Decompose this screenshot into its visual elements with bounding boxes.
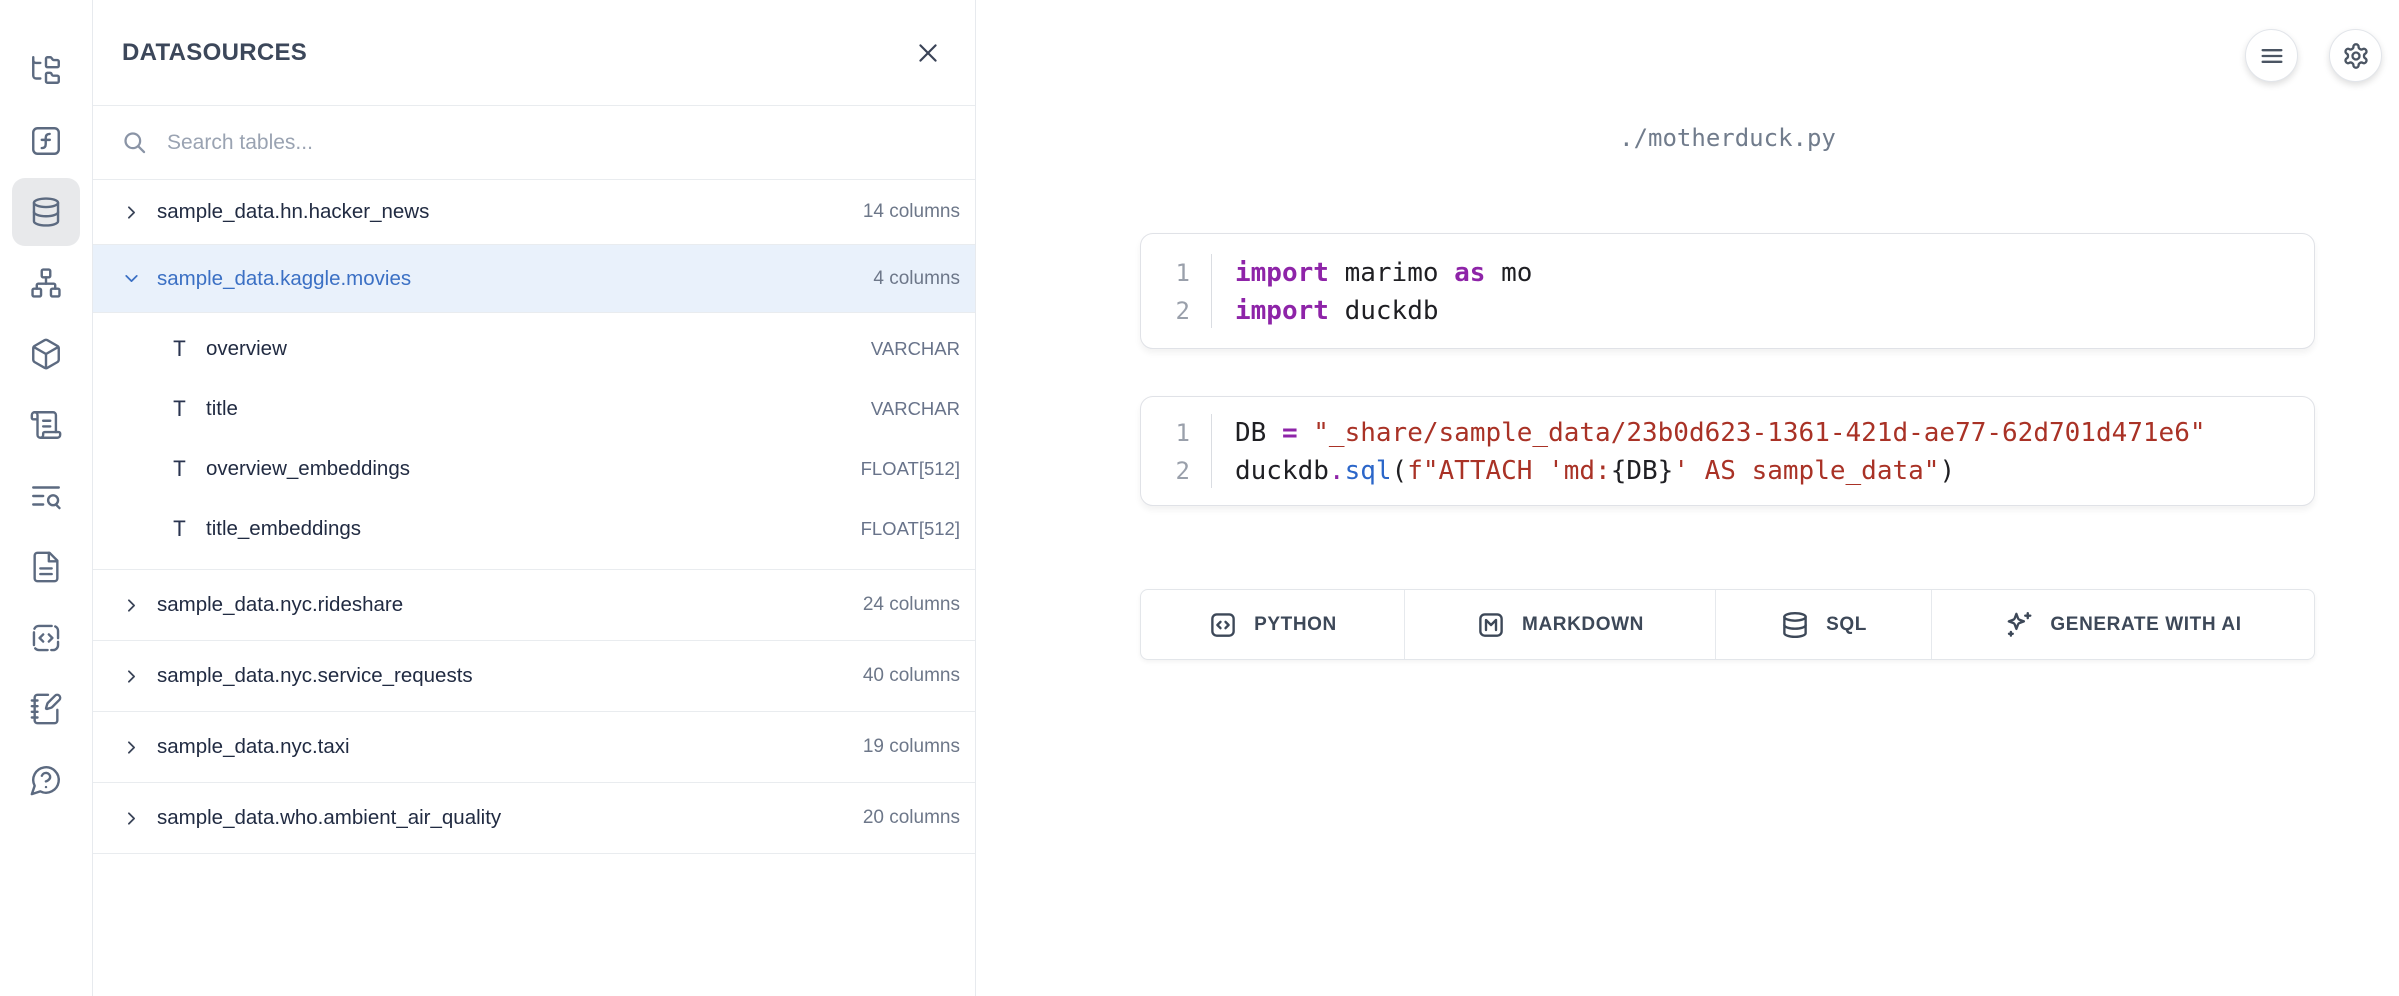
code-cell[interactable]: 12 DB = "_share/sample_data/23b0d623-1361… xyxy=(1140,396,2315,506)
column-type: FLOAT[512] xyxy=(861,518,960,540)
line-numbers: 12 xyxy=(1141,414,1212,488)
column-name: title xyxy=(206,397,871,421)
table-column-count: 40 columns xyxy=(863,665,960,687)
line-numbers: 12 xyxy=(1141,254,1212,328)
sidebar-item-document[interactable] xyxy=(28,549,64,585)
file-tree-icon xyxy=(29,53,63,87)
table-row[interactable]: sample_data.hn.hacker_news14 columns xyxy=(93,180,975,245)
chevron-right-icon xyxy=(120,594,142,616)
column-row[interactable]: Ttitle_embeddingsFLOAT[512] xyxy=(93,499,975,559)
markdown-cell-icon xyxy=(1476,610,1506,640)
function-icon xyxy=(29,124,63,158)
table-list: sample_data.hn.hacker_news14 columnssamp… xyxy=(93,180,975,854)
chevron-right-icon xyxy=(120,736,142,758)
column-list: ToverviewVARCHARTtitleVARCHARToverview_e… xyxy=(93,313,975,570)
text-type-icon: T xyxy=(168,517,191,541)
text-type-icon: T xyxy=(168,337,191,361)
chevron-right-icon xyxy=(120,807,142,829)
gear-icon xyxy=(2342,42,2370,70)
code-cell[interactable]: 12 import marimo as moimport duckdb xyxy=(1140,233,2315,349)
column-type: VARCHAR xyxy=(871,338,960,360)
text-type-icon: T xyxy=(168,397,191,421)
generate-ai-icon xyxy=(2004,610,2034,640)
search-input[interactable] xyxy=(165,130,955,156)
sidebar-item-database[interactable] xyxy=(28,194,64,230)
column-row[interactable]: TtitleVARCHAR xyxy=(93,379,975,439)
scroll-icon xyxy=(29,408,63,442)
document-icon xyxy=(29,550,63,584)
table-name: sample_data.hn.hacker_news xyxy=(157,200,863,224)
chevron-down-icon xyxy=(120,268,142,290)
database-icon xyxy=(29,195,63,229)
add-python-button[interactable]: PYTHON xyxy=(1141,590,1405,659)
add-generate-with-ai-button[interactable]: GENERATE WITH AI xyxy=(1932,590,2314,659)
code-content: import marimo as moimport duckdb xyxy=(1235,254,1532,328)
add-sql-button[interactable]: SQL xyxy=(1716,590,1932,659)
sql-cell-icon xyxy=(1780,610,1810,640)
table-row[interactable]: sample_data.nyc.service_requests40 colum… xyxy=(93,641,975,712)
table-column-count: 19 columns xyxy=(863,736,960,758)
chevron-right-icon xyxy=(120,201,142,223)
sidebar-item-snippets[interactable] xyxy=(28,620,64,656)
add-button-label: GENERATE WITH AI xyxy=(2050,614,2241,636)
table-row[interactable]: sample_data.kaggle.movies4 columns xyxy=(93,245,975,313)
close-icon[interactable] xyxy=(911,36,945,70)
table-column-count: 20 columns xyxy=(863,807,960,829)
column-type: VARCHAR xyxy=(871,398,960,420)
help-icon xyxy=(29,763,63,797)
dependency-graph-icon xyxy=(29,266,63,300)
icon-rail xyxy=(0,0,92,996)
sidebar-item-scroll[interactable] xyxy=(28,407,64,443)
add-button-label: SQL xyxy=(1826,614,1867,636)
add-markdown-button[interactable]: MARKDOWN xyxy=(1405,590,1716,659)
column-name: title_embeddings xyxy=(206,517,861,541)
snippets-icon xyxy=(29,621,63,655)
sidebar-item-file-tree[interactable] xyxy=(28,52,64,88)
notebook-filename[interactable]: ./motherduck.py xyxy=(1140,124,2315,152)
table-name: sample_data.nyc.taxi xyxy=(157,735,863,759)
column-row[interactable]: ToverviewVARCHAR xyxy=(93,319,975,379)
add-cell-bar: PYTHON MARKDOWN SQL GENERATE WITH AI xyxy=(1140,589,2315,660)
scratchpad-icon xyxy=(29,692,63,726)
table-name: sample_data.nyc.rideshare xyxy=(157,593,863,617)
search-bar xyxy=(93,106,975,180)
python-cell-icon xyxy=(1208,610,1238,640)
column-type: FLOAT[512] xyxy=(861,458,960,480)
logs-search-icon xyxy=(29,479,63,513)
table-row[interactable]: sample_data.nyc.rideshare24 columns xyxy=(93,570,975,641)
panel-header: DATASOURCES xyxy=(93,0,975,106)
table-column-count: 4 columns xyxy=(873,268,960,290)
column-row[interactable]: Toverview_embeddingsFLOAT[512] xyxy=(93,439,975,499)
column-name: overview xyxy=(206,337,871,361)
add-button-label: PYTHON xyxy=(1254,614,1337,636)
chevron-right-icon xyxy=(120,665,142,687)
table-row[interactable]: sample_data.who.ambient_air_quality20 co… xyxy=(93,783,975,854)
panel-title: DATASOURCES xyxy=(122,39,911,67)
datasources-panel: DATASOURCES sample_data.hn.hacker_news14… xyxy=(92,0,976,996)
settings-button[interactable] xyxy=(2329,29,2382,82)
table-column-count: 14 columns xyxy=(863,201,960,223)
sidebar-item-help[interactable] xyxy=(28,762,64,798)
menu-icon xyxy=(2258,42,2286,70)
table-row[interactable]: sample_data.nyc.taxi19 columns xyxy=(93,712,975,783)
column-name: overview_embeddings xyxy=(206,457,861,481)
search-icon xyxy=(121,129,148,156)
table-name: sample_data.kaggle.movies xyxy=(157,267,873,291)
sidebar-item-scratchpad[interactable] xyxy=(28,691,64,727)
package-icon xyxy=(29,337,63,371)
text-type-icon: T xyxy=(168,457,191,481)
table-column-count: 24 columns xyxy=(863,594,960,616)
menu-button[interactable] xyxy=(2245,29,2298,82)
code-content: DB = "_share/sample_data/23b0d623-1361-4… xyxy=(1235,414,2206,488)
sidebar-item-function[interactable] xyxy=(28,123,64,159)
add-button-label: MARKDOWN xyxy=(1522,614,1644,636)
sidebar-item-dependency-graph[interactable] xyxy=(28,265,64,301)
sidebar-item-logs-search[interactable] xyxy=(28,478,64,514)
table-name: sample_data.nyc.service_requests xyxy=(157,664,863,688)
sidebar-item-package[interactable] xyxy=(28,336,64,372)
table-name: sample_data.who.ambient_air_quality xyxy=(157,806,863,830)
